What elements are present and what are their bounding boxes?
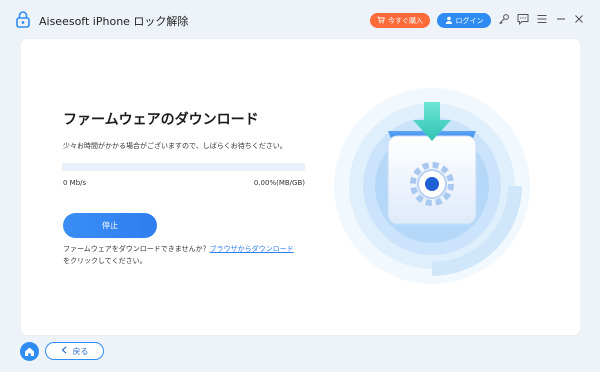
title-bar: Aiseesoft iPhone ロック解除 今すぐ購入 ログイン [0, 0, 600, 38]
app-title: Aiseesoft iPhone ロック解除 [39, 15, 189, 28]
home-button[interactable] [20, 342, 39, 361]
cart-icon [377, 16, 385, 26]
download-percent: 0.00%(MB/GB) [253, 179, 305, 187]
login-button[interactable]: ログイン [437, 13, 491, 28]
back-button[interactable]: 戻る [45, 342, 104, 360]
menu-icon[interactable] [535, 12, 549, 26]
back-label: 戻る [72, 346, 89, 356]
buy-now-button[interactable]: 今すぐ購入 [370, 13, 430, 28]
key-icon[interactable] [497, 12, 511, 26]
chevron-left-icon [61, 346, 67, 356]
main-panel [21, 39, 580, 335]
help-suffix: をクリックしてください。 [63, 257, 147, 265]
login-label: ログイン [455, 16, 484, 25]
download-progress-bar [62, 163, 305, 171]
browser-download-link[interactable]: ブラウザからダウンロード [210, 245, 294, 253]
chat-icon[interactable] [516, 12, 530, 26]
wait-message: 少々お時間がかかる場合がございますので、しばらくお待ちください。 [63, 142, 287, 150]
home-icon [24, 342, 35, 361]
page-title: ファームウェアのダウンロード [63, 112, 259, 128]
download-speed: 0 Mb/s [63, 179, 87, 187]
close-icon[interactable] [572, 12, 586, 26]
browser-download-note: ファームウェアをダウンロードできませんか？ブラウザからダウンロード をクリックし… [63, 243, 323, 267]
help-prefix: ファームウェアをダウンロードできませんか？ [63, 245, 210, 253]
app-logo-icon [15, 10, 31, 28]
stop-button[interactable]: 停止 [63, 213, 157, 238]
minimize-icon[interactable] [554, 12, 568, 26]
buy-now-label: 今すぐ購入 [388, 16, 423, 25]
user-icon [445, 16, 453, 26]
